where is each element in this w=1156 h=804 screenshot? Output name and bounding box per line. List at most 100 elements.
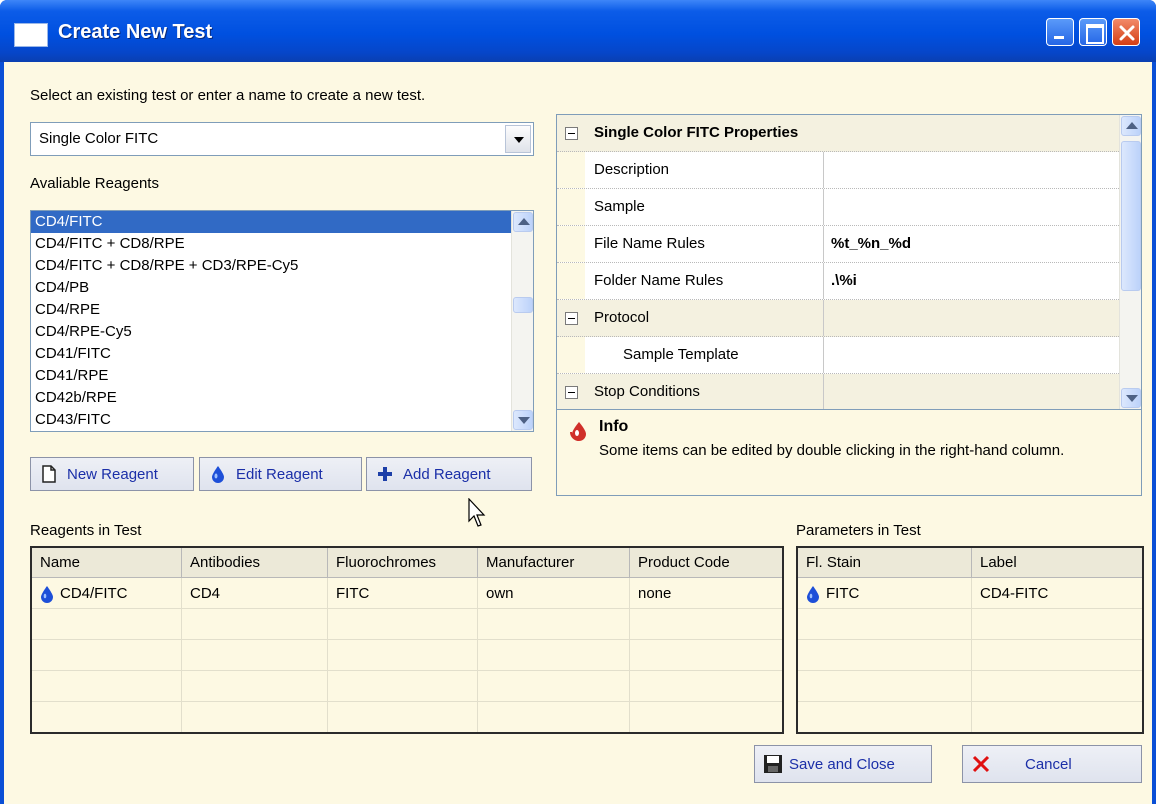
parameters-in-test-grid[interactable]: Fl. Stain Label FITC CD4-FITC [796, 546, 1144, 734]
manufacturer-cell[interactable]: own [478, 578, 630, 609]
new-document-icon [39, 464, 59, 484]
save-and-close-button[interactable]: Save and Close [754, 745, 932, 783]
combo-dropdown-button[interactable] [505, 125, 531, 153]
plus-icon [375, 464, 395, 484]
column-header-fl-stain[interactable]: Fl. Stain [798, 548, 972, 578]
list-item[interactable]: CD4/RPE-Cy5 [31, 321, 533, 343]
reagent-list-scrollbar[interactable] [511, 211, 533, 431]
row-gutter [557, 152, 585, 188]
property-row-sample-template[interactable]: Sample Template [557, 337, 1119, 374]
reagents-in-test-grid[interactable]: Name Antibodies Fluorochromes Manufactur… [30, 546, 784, 734]
window-title: Create New Test [58, 21, 213, 43]
properties-header: Single Color FITC Properties [594, 124, 799, 141]
property-name: Folder Name Rules [594, 272, 724, 289]
list-item[interactable]: CD41/RPE [31, 365, 533, 387]
scrollbar-thumb[interactable] [513, 297, 533, 313]
column-divider [823, 337, 824, 373]
column-divider [823, 374, 824, 409]
scroll-down-arrow-icon[interactable] [1121, 388, 1141, 408]
list-item[interactable]: CD4/FITC + CD8/RPE + CD3/RPE-Cy5 [31, 255, 533, 277]
cancel-x-icon [971, 754, 991, 774]
label-cell[interactable]: CD4-FITC [972, 578, 1142, 609]
table-row[interactable]: FITC CD4-FITC [798, 578, 1142, 609]
edit-reagent-button[interactable]: Edit Reagent [199, 457, 362, 491]
close-icon [1119, 25, 1135, 41]
reagent-drop-icon [41, 586, 53, 604]
stain-cell[interactable]: FITC [798, 578, 972, 609]
list-item[interactable]: CD4/PB [31, 277, 533, 299]
empty-table-row [798, 640, 1142, 671]
list-item[interactable]: CD4/FITC [31, 211, 533, 233]
mouse-pointer-icon [468, 498, 486, 527]
empty-table-row [32, 640, 782, 671]
empty-table-row [32, 702, 782, 732]
test-name-value[interactable]: Single Color FITC [39, 130, 158, 147]
scroll-up-arrow-icon[interactable] [513, 212, 533, 232]
properties-scrollbar[interactable] [1119, 115, 1141, 409]
add-reagent-label: Add Reagent [403, 465, 491, 483]
column-header-name[interactable]: Name [32, 548, 182, 578]
row-gutter [557, 189, 585, 225]
list-item[interactable]: CD4/FITC + CD8/RPE [31, 233, 533, 255]
antibodies-cell[interactable]: CD4 [182, 578, 328, 609]
property-row-file-name-rules[interactable]: File Name Rules %t_%n_%d [557, 226, 1119, 263]
test-properties-grid[interactable]: Single Color FITC Properties Description… [556, 114, 1142, 410]
column-header-product-code[interactable]: Product Code [630, 548, 782, 578]
product-code-cell[interactable]: none [630, 578, 782, 609]
list-item[interactable]: CD43/FITC [31, 409, 533, 431]
empty-table-row [798, 671, 1142, 702]
minimize-button[interactable] [1046, 18, 1074, 46]
property-row-description[interactable]: Description [557, 152, 1119, 189]
maximize-button[interactable] [1079, 18, 1107, 46]
stain-drop-icon [807, 586, 819, 604]
available-reagents-list[interactable]: CD4/FITC CD4/FITC + CD8/RPE CD4/FITC + C… [30, 210, 534, 432]
reagent-drop-icon [208, 464, 228, 484]
property-category-protocol[interactable]: Protocol [557, 300, 1119, 337]
row-gutter [557, 263, 585, 299]
scroll-up-arrow-icon[interactable] [1121, 116, 1141, 136]
column-divider [823, 189, 824, 225]
close-button[interactable] [1112, 18, 1140, 46]
property-row-sample[interactable]: Sample [557, 189, 1119, 226]
test-name-combo[interactable]: Single Color FITC [30, 122, 534, 156]
column-header-manufacturer[interactable]: Manufacturer [478, 548, 630, 578]
add-reagent-button[interactable]: Add Reagent [366, 457, 532, 491]
list-item[interactable]: CD4/RPE [31, 299, 533, 321]
list-item[interactable]: CD41/FITC [31, 343, 533, 365]
scrollbar-thumb[interactable] [1121, 141, 1141, 291]
empty-table-row [32, 671, 782, 702]
reagent-name-cell[interactable]: CD4/FITC [32, 578, 182, 609]
column-divider [823, 300, 824, 336]
grid-header: Fl. Stain Label [798, 548, 1142, 578]
column-header-antibodies[interactable]: Antibodies [182, 548, 328, 578]
empty-table-row [798, 609, 1142, 640]
collapse-icon[interactable] [565, 127, 578, 140]
info-icon [567, 420, 591, 446]
collapse-icon[interactable] [565, 386, 578, 399]
reagents-in-test-label: Reagents in Test [30, 522, 142, 539]
properties-header-row[interactable]: Single Color FITC Properties [557, 115, 1119, 152]
new-reagent-label: New Reagent [67, 465, 158, 483]
property-value[interactable]: .\%i [831, 272, 857, 289]
scroll-down-arrow-icon[interactable] [513, 410, 533, 430]
column-header-fluorochromes[interactable]: Fluorochromes [328, 548, 478, 578]
title-bar[interactable]: Create New Test [0, 0, 1156, 62]
empty-table-row [798, 702, 1142, 732]
row-gutter [557, 226, 585, 262]
fluorochromes-cell[interactable]: FITC [328, 578, 478, 609]
column-divider [823, 263, 824, 299]
empty-table-row [32, 609, 782, 640]
edit-reagent-label: Edit Reagent [236, 465, 323, 483]
list-item[interactable]: CD42b/RPE [31, 387, 533, 409]
collapse-icon[interactable] [565, 312, 578, 325]
property-row-folder-name-rules[interactable]: Folder Name Rules .\%i [557, 263, 1119, 300]
property-value[interactable]: %t_%n_%d [831, 235, 911, 252]
window-icon [14, 23, 48, 47]
property-category-stop-conditions[interactable]: Stop Conditions [557, 374, 1119, 409]
category-name: Protocol [594, 309, 650, 326]
column-header-label[interactable]: Label [972, 548, 1142, 578]
table-row[interactable]: CD4/FITC CD4 FITC own none [32, 578, 782, 609]
new-reagent-button[interactable]: New Reagent [30, 457, 194, 491]
cancel-button[interactable]: Cancel [962, 745, 1142, 783]
reagent-name: CD4/FITC [60, 585, 128, 602]
